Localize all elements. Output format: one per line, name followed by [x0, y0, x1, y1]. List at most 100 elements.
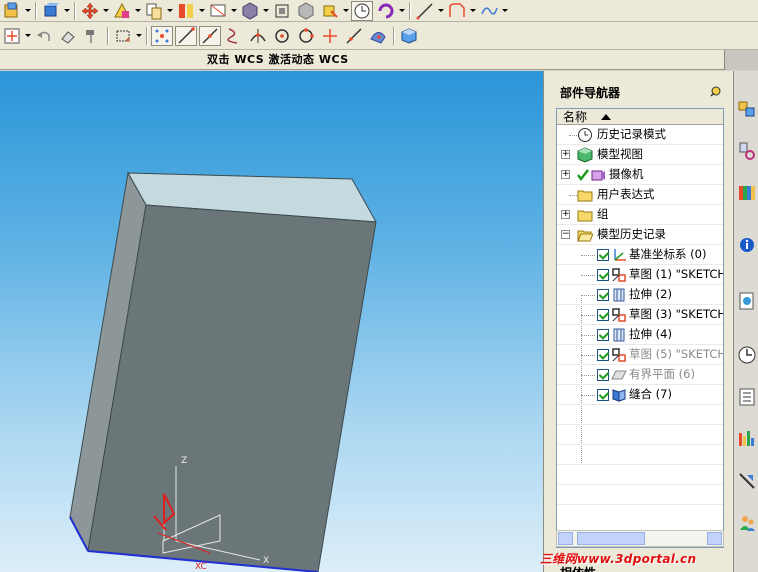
dropdown-arrow-icon[interactable] [24, 1, 32, 21]
column-header[interactable]: 名称 [557, 109, 723, 125]
graphics-viewport[interactable]: Z X XC [0, 71, 543, 572]
feature-checkbox[interactable] [597, 249, 609, 261]
horizontal-scrollbar[interactable] [556, 530, 724, 547]
scroll-right-icon[interactable] [707, 532, 722, 545]
dropdown-arrow-icon[interactable] [166, 1, 174, 21]
snap-quadrant-icon[interactable] [295, 26, 317, 46]
web-browser-icon[interactable] [736, 289, 758, 313]
dropdown-arrow-icon[interactable] [398, 1, 406, 21]
dropdown-arrow-icon[interactable] [262, 1, 270, 21]
copy-object-icon[interactable] [143, 1, 165, 21]
dropdown-arrow-icon[interactable] [198, 1, 206, 21]
dropdown-arrow-icon[interactable] [24, 26, 32, 46]
tree-node-feature[interactable]: 有界平面 (6) [557, 365, 723, 385]
dropdown-arrow-icon[interactable] [134, 1, 142, 21]
dropdown-arrow-icon[interactable] [63, 1, 71, 21]
open-part-icon[interactable] [40, 1, 62, 21]
sketch-curve-icon[interactable] [446, 1, 468, 21]
tree-node-feature[interactable]: 基准坐标系 (0) [557, 245, 723, 265]
info-icon[interactable] [736, 233, 758, 257]
dropdown-arrow-icon[interactable] [437, 1, 445, 21]
snap-existing-point-icon[interactable] [319, 26, 341, 46]
tree-node-feature[interactable]: 拉伸 (2) [557, 285, 723, 305]
reuse-library-icon[interactable] [736, 181, 758, 205]
feature-checkbox[interactable] [597, 389, 609, 401]
spline-icon[interactable] [478, 1, 500, 21]
snap-point-on-surface-icon[interactable] [367, 26, 389, 46]
tree-node-model-views[interactable]: + 模型视图 [557, 145, 723, 165]
undo-icon[interactable] [33, 26, 55, 46]
edit-object-icon[interactable] [111, 1, 133, 21]
line-icon[interactable] [414, 1, 436, 21]
sketch-icon [612, 348, 626, 362]
dropdown-arrow-icon[interactable] [469, 1, 477, 21]
rectangle-select-icon[interactable] [112, 26, 134, 46]
tree-node-feature[interactable]: 缝合 (7) [557, 385, 723, 405]
snap-line-end-icon[interactable] [175, 25, 197, 46]
tree-node-history-mode[interactable]: 历史记录模式 [557, 125, 723, 145]
snap-point-on-curve-icon[interactable] [343, 26, 365, 46]
dropdown-arrow-icon[interactable] [501, 1, 509, 21]
dropdown-arrow-icon[interactable] [102, 1, 110, 21]
history-clock-icon[interactable] [736, 343, 758, 367]
selection-filter-icon[interactable] [319, 1, 341, 21]
part-navigator-icon[interactable] [736, 139, 758, 163]
snap-point-icon[interactable] [1, 26, 23, 46]
3d-cube-icon[interactable] [398, 26, 420, 46]
tree-node-feature[interactable]: 草图 (3) "SKETCH_001" [557, 305, 723, 325]
scrollbar-thumb[interactable] [577, 532, 645, 545]
eraser-icon[interactable] [57, 26, 79, 46]
pin-icon[interactable] [710, 85, 722, 97]
tree-node-cameras[interactable]: + 摄像机 [557, 165, 723, 185]
process-studio-icon[interactable] [736, 469, 758, 493]
dropdown-arrow-icon[interactable] [230, 1, 238, 21]
dropdown-arrow-icon[interactable] [135, 26, 143, 46]
tree-node-feature[interactable]: 拉伸 (4) [557, 325, 723, 345]
feature-checkbox[interactable] [597, 349, 609, 361]
hammer-icon[interactable] [81, 26, 103, 46]
new-part-icon[interactable] [1, 1, 23, 21]
tree-node-label: 摄像机 [609, 167, 644, 181]
collapse-icon[interactable]: − [561, 230, 570, 239]
navigator-tree[interactable]: 名称 历史记录模式 + 模型视图 + 摄像机 用户表达式 + 组 − 模型历史记… [556, 108, 724, 548]
tree-node-user-expressions[interactable]: 用户表达式 [557, 185, 723, 205]
layer-settings-icon[interactable] [175, 1, 197, 21]
scroll-left-icon[interactable] [558, 532, 573, 545]
feature-checkbox[interactable] [597, 329, 609, 341]
roles-icon[interactable] [736, 511, 758, 535]
update-icon[interactable] [375, 1, 397, 21]
shaded-cube-icon[interactable] [239, 1, 261, 21]
tree-node-model-history[interactable]: − 模型历史记录 [557, 225, 723, 245]
snap-control-point-icon[interactable] [223, 26, 245, 46]
snap-endpoint-icon[interactable] [151, 25, 173, 46]
model-canvas[interactable]: Z X XC [0, 71, 543, 572]
view-display-icon[interactable] [207, 1, 229, 21]
expand-icon[interactable]: + [561, 170, 570, 179]
watermark-text: 三维网www.3dportal.cn [540, 552, 697, 566]
toolbar-separator [35, 1, 36, 20]
tree-node-feature[interactable]: 草图 (5) "SKETCH_002" [557, 345, 723, 365]
assembly-navigator-icon[interactable] [736, 97, 758, 121]
sort-ascending-icon[interactable] [601, 113, 612, 120]
system-materials-icon[interactable] [736, 427, 758, 451]
toolbar-separator [409, 1, 410, 20]
fit-view-icon[interactable] [271, 1, 293, 21]
clock-icon[interactable] [351, 0, 373, 21]
move-object-icon[interactable] [79, 1, 101, 21]
tree-node-feature[interactable]: 草图 (1) "SKETCH_000" [557, 265, 723, 285]
snap-intersection-icon[interactable] [247, 26, 269, 46]
feature-checkbox[interactable] [597, 269, 609, 281]
resource-bar [733, 71, 758, 572]
expand-icon[interactable]: + [561, 150, 570, 159]
snap-arc-center-icon[interactable] [271, 26, 293, 46]
folder-icon [577, 190, 593, 202]
feature-checkbox[interactable] [597, 369, 609, 381]
wireframe-cube-icon[interactable] [295, 1, 317, 21]
feature-checkbox[interactable] [597, 289, 609, 301]
expand-icon[interactable]: + [561, 210, 570, 219]
tree-node-groups[interactable]: + 组 [557, 205, 723, 225]
dropdown-arrow-icon[interactable] [342, 1, 350, 21]
palette-list-icon[interactable] [736, 385, 758, 409]
snap-midpoint-icon[interactable] [199, 25, 221, 46]
feature-checkbox[interactable] [597, 309, 609, 321]
